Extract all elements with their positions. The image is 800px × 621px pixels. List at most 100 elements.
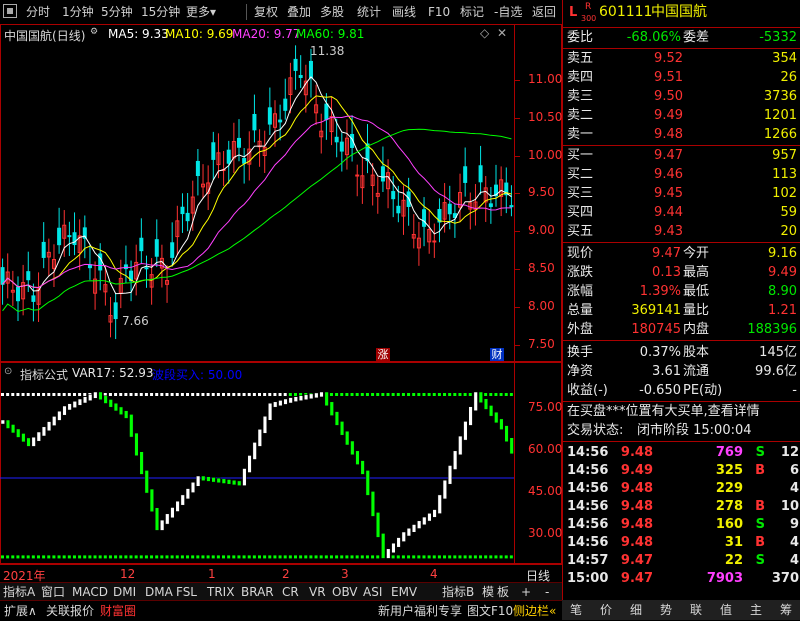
indicator-tab[interactable]: 指标B bbox=[442, 584, 474, 600]
indicator-tab[interactable]: 指标A bbox=[3, 584, 35, 600]
indicator-tab[interactable]: MACD bbox=[72, 584, 108, 600]
close-icon[interactable]: ✕ bbox=[497, 26, 507, 40]
expand-button[interactable]: 扩展∧ bbox=[4, 603, 37, 619]
guide-dot bbox=[391, 555, 395, 559]
guide-dot bbox=[458, 555, 462, 559]
stat-label: 量比 bbox=[683, 303, 710, 318]
indicator-tab[interactable]: CR bbox=[282, 584, 299, 600]
settings-icon[interactable]: ⚙ bbox=[90, 27, 98, 37]
treasure-circle-button[interactable]: 财富圈 bbox=[100, 603, 136, 619]
quote-tab[interactable]: 势 bbox=[660, 602, 672, 618]
multi-stock-button[interactable]: 多股 bbox=[320, 4, 344, 20]
sidebar-button[interactable]: 侧边栏« bbox=[513, 603, 556, 619]
indicator-bar bbox=[201, 475, 206, 481]
tick-side: B bbox=[755, 463, 765, 478]
tab-1min[interactable]: 1分钟 bbox=[62, 4, 94, 20]
sell-level-row[interactable]: 卖四 9.51 26 bbox=[563, 68, 800, 87]
stats-button[interactable]: 统计 bbox=[357, 4, 381, 20]
candle-body bbox=[144, 267, 149, 270]
buy-level-row[interactable]: 买四 9.44 59 bbox=[563, 203, 800, 222]
indicator-tab[interactable]: DMI bbox=[113, 584, 136, 600]
back-button[interactable]: 返回 bbox=[532, 4, 556, 20]
sell-level-row[interactable]: 卖五 9.52 354 bbox=[563, 49, 800, 68]
indicator-tab[interactable]: DMA bbox=[145, 584, 173, 600]
more-menu[interactable]: 更多▾ bbox=[186, 4, 216, 20]
buy-level-row[interactable]: 买一 9.47 957 bbox=[563, 146, 800, 165]
stat-label: 总量 bbox=[567, 303, 594, 318]
guide-dot bbox=[293, 393, 297, 396]
indicator-bar bbox=[453, 450, 458, 470]
stat-value: 9.16 bbox=[768, 246, 797, 261]
buy-level-row[interactable]: 买二 9.46 113 bbox=[563, 165, 800, 184]
buy-level-row[interactable]: 买五 9.43 20 bbox=[563, 222, 800, 241]
indicator-tab[interactable]: EMV bbox=[391, 584, 417, 600]
guide-dot bbox=[170, 555, 174, 559]
indicator-tab[interactable]: ASI bbox=[363, 584, 382, 600]
price-tick: 9.00 bbox=[528, 223, 555, 238]
guide-dot bbox=[258, 393, 261, 396]
sell-level-row[interactable]: 卖一 9.48 1266 bbox=[563, 125, 800, 144]
overlay-button[interactable]: 叠加 bbox=[287, 4, 311, 20]
guide-dot bbox=[360, 555, 364, 559]
indicator-tab[interactable]: BRAR bbox=[241, 584, 274, 600]
candle-body bbox=[380, 166, 385, 182]
f10-graphic-button[interactable]: 图文F10 bbox=[467, 603, 513, 619]
welfare-link[interactable]: 新用户福利专享 bbox=[378, 603, 462, 619]
tab-minute-time[interactable]: 分时 bbox=[26, 4, 50, 20]
tick-price: 9.48 bbox=[620, 445, 653, 460]
indicator-tab[interactable]: OBV bbox=[332, 584, 358, 600]
notice-text: 在买盘***位置有大买单,查看详情 bbox=[567, 404, 760, 419]
guide-dot bbox=[401, 555, 405, 559]
indicator-bar bbox=[21, 433, 26, 443]
guide-dot bbox=[407, 555, 411, 559]
guide-dot bbox=[432, 555, 436, 559]
guide-dot bbox=[448, 555, 452, 559]
quote-tab[interactable]: 细 bbox=[630, 602, 642, 618]
quote-tab[interactable]: 值 bbox=[720, 602, 732, 618]
indicator-tab[interactable]: + bbox=[521, 584, 531, 600]
guide-dot bbox=[391, 393, 395, 396]
big-order-notice[interactable]: 在买盘***位置有大买单,查看详情 bbox=[563, 402, 800, 421]
chart-area[interactable]: 中国国航(日线) ⚙ MA5: 9.33 MA10: 9.69 MA20: 9.… bbox=[0, 24, 562, 583]
indicator-bar bbox=[483, 398, 489, 410]
fuquan-button[interactable]: 复权 bbox=[254, 4, 278, 20]
guide-dot bbox=[437, 393, 441, 396]
zhang-badge[interactable]: 涨 bbox=[376, 348, 390, 361]
collapse-icon[interactable]: ⊙ bbox=[4, 366, 12, 377]
indicator-tab[interactable]: 模 bbox=[482, 584, 494, 600]
mark-button[interactable]: 标记 bbox=[460, 4, 484, 20]
associate-quote-button[interactable]: 关联报价 bbox=[46, 603, 94, 619]
quote-tab[interactable]: 联 bbox=[690, 602, 702, 618]
indicator-tab[interactable]: - bbox=[545, 584, 549, 600]
guide-dot bbox=[340, 555, 344, 559]
guide-dot bbox=[355, 393, 359, 396]
guide-dot bbox=[129, 555, 133, 559]
tab-5min[interactable]: 5分钟 bbox=[101, 4, 133, 20]
draw-line-button[interactable]: 画线 bbox=[392, 4, 416, 20]
indicator-tab[interactable]: FSL bbox=[176, 584, 197, 600]
tick-volume: 278 bbox=[715, 499, 743, 514]
indicator-tab[interactable]: 窗口 bbox=[41, 584, 65, 600]
tab-15min[interactable]: 15分钟 bbox=[141, 4, 180, 20]
add-watchlist-button[interactable]: -自选 bbox=[494, 4, 522, 20]
stock-name: 中国国航 bbox=[651, 4, 707, 20]
indicator-tab[interactable]: VR bbox=[309, 584, 326, 600]
buy-level-row[interactable]: 买三 9.45 102 bbox=[563, 184, 800, 203]
quote-tab[interactable]: 笔 bbox=[570, 602, 582, 618]
level-price: 9.47 bbox=[654, 148, 683, 163]
diamond-icon[interactable]: ◇ bbox=[480, 26, 489, 40]
indicator-tab[interactable]: TRIX bbox=[207, 584, 234, 600]
quote-tab[interactable]: 主 bbox=[750, 602, 762, 618]
indicator-tab[interactable]: 板 bbox=[497, 584, 509, 600]
guide-dot bbox=[21, 393, 25, 396]
f10-button[interactable]: F10 bbox=[428, 4, 450, 20]
window-icon[interactable] bbox=[3, 4, 17, 18]
cai-badge[interactable]: 财 bbox=[490, 348, 504, 361]
quote-tab[interactable]: 价 bbox=[600, 602, 612, 618]
guide-dot bbox=[211, 393, 215, 396]
guide-dot bbox=[412, 555, 416, 559]
sell-level-row[interactable]: 卖三 9.50 3736 bbox=[563, 87, 800, 106]
level-label: 卖一 bbox=[567, 127, 594, 142]
quote-tab[interactable]: 筹 bbox=[780, 602, 792, 618]
sell-level-row[interactable]: 卖二 9.49 1201 bbox=[563, 106, 800, 125]
